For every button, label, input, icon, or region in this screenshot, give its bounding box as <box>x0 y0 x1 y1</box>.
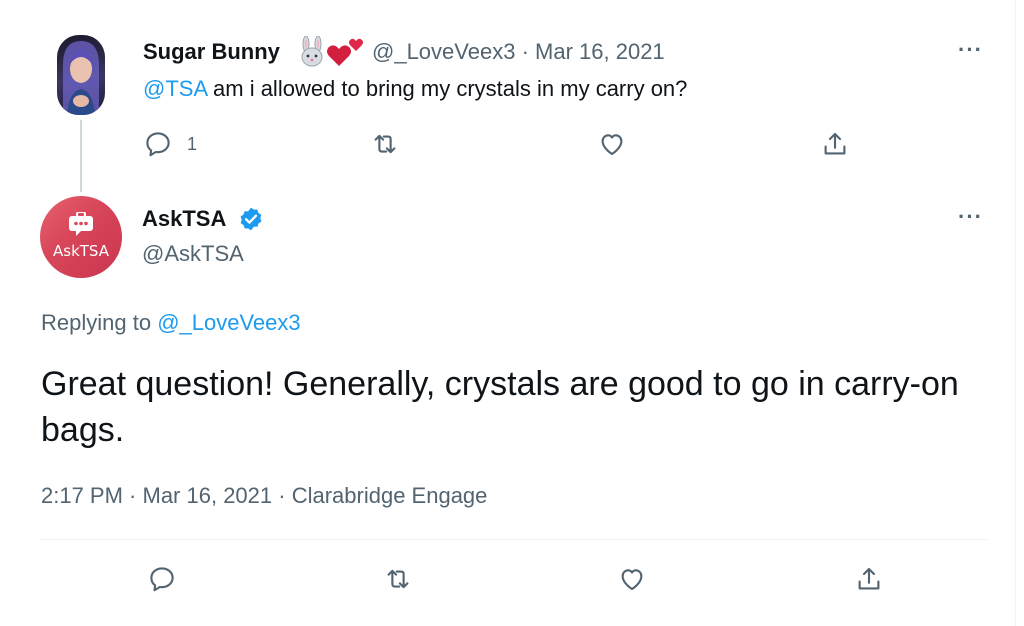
author-handle-and-date[interactable]: @_LoveVeex3 · Mar 16, 2021 <box>372 38 665 66</box>
tweet-date[interactable]: Mar 16, 2021 <box>535 39 665 64</box>
like-icon <box>621 569 643 591</box>
share-icon <box>824 132 846 155</box>
replying-to-link[interactable]: @_LoveVeex3 <box>157 310 300 335</box>
verified-badge-icon <box>238 206 264 232</box>
two-hearts-emoji <box>327 38 363 66</box>
separator-dot: · <box>122 483 143 508</box>
avatar-asktsa[interactable]: AskTSA <box>40 196 122 278</box>
more-options-button[interactable]: ··· <box>958 206 983 228</box>
author-handle[interactable]: @_LoveVeex3 <box>372 39 515 64</box>
like-icon <box>601 134 623 156</box>
author-name[interactable]: AskTSA <box>142 205 226 233</box>
reply-button[interactable]: 1 <box>143 129 197 159</box>
tweet-text: Great question! Generally, crystals are … <box>41 365 959 449</box>
separator-dot: · <box>521 39 529 64</box>
more-options-button[interactable]: ··· <box>958 39 983 61</box>
divider <box>41 539 988 540</box>
reply-count: 1 <box>187 133 198 154</box>
thread-connector-line <box>80 120 82 192</box>
separator-dot: · <box>272 483 292 508</box>
avatar-logo-text: AskTSA <box>53 242 109 260</box>
retweet-icon <box>387 569 409 589</box>
author-name[interactable]: Sugar Bunny <box>143 38 280 66</box>
mention-link[interactable]: @TSA <box>143 76 207 101</box>
like-button[interactable] <box>597 129 627 159</box>
tweet-time[interactable]: 2:17 PM <box>41 483 123 508</box>
tweet-source[interactable]: Clarabridge Engage <box>292 483 488 508</box>
name-emojis <box>297 35 367 68</box>
replying-prefix: Replying to <box>41 310 158 335</box>
reply-icon <box>150 567 174 592</box>
tweet-date[interactable]: Mar 16, 2021 <box>143 483 273 508</box>
share-button[interactable] <box>854 564 884 594</box>
like-button[interactable] <box>617 564 647 594</box>
reply-button[interactable] <box>147 564 177 594</box>
chat-bag-icon <box>69 212 93 236</box>
retweet-button[interactable] <box>370 129 400 159</box>
retweet-button[interactable] <box>383 564 413 594</box>
frame-edge <box>1015 0 1016 626</box>
author-handle[interactable]: @AskTSA <box>142 240 244 268</box>
share-button[interactable] <box>820 129 850 159</box>
share-icon <box>858 567 880 590</box>
retweet-icon <box>374 134 396 154</box>
tweet-text: @TSA am i allowed to bring my crystals i… <box>143 75 687 103</box>
tweet-text-body: am i allowed to bring my crystals in my … <box>206 76 688 101</box>
avatar-sugar-bunny[interactable] <box>57 35 105 115</box>
reply-icon <box>146 132 170 157</box>
tweet-metadata: 2:17 PM · Mar 16, 2021 · Clarabridge Eng… <box>41 482 487 510</box>
replying-to: Replying to @_LoveVeex3 <box>41 309 301 337</box>
rabbit-emoji <box>301 35 323 67</box>
